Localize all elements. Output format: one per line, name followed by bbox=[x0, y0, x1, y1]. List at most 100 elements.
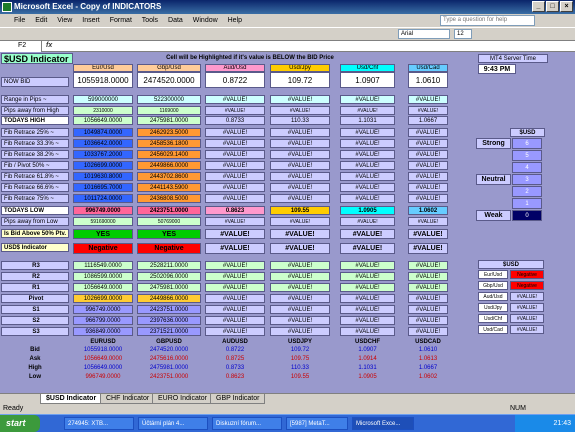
cell-pips_high-4[interactable]: #VALUE! bbox=[340, 106, 395, 115]
menu-view[interactable]: View bbox=[57, 17, 72, 24]
fib-cell-6-5[interactable]: #VALUE! bbox=[408, 194, 448, 203]
tab-gbp-indicator[interactable]: GBP Indicator bbox=[210, 394, 266, 404]
pivot-cell-2-4[interactable]: #VALUE! bbox=[340, 283, 395, 292]
fib-cell-4-1[interactable]: 2443702.8600 bbox=[137, 172, 201, 181]
pivot-cell-6-4[interactable]: #VALUE! bbox=[340, 327, 395, 336]
fib-cell-1-4[interactable]: #VALUE! bbox=[340, 139, 395, 148]
pivot-cell-2-1[interactable]: 2475981.0000 bbox=[137, 283, 201, 292]
cell-pips_low-4[interactable]: #VALUE! bbox=[340, 217, 395, 226]
pivot-cell-4-3[interactable]: #VALUE! bbox=[270, 305, 330, 314]
tab-chf-indicator[interactable]: CHF Indicator bbox=[100, 394, 156, 404]
fib-cell-4-3[interactable]: #VALUE! bbox=[270, 172, 330, 181]
spreadsheet-grid[interactable]: $USD Indicator Cell will be Highlighted i… bbox=[0, 52, 575, 393]
tab-euro-indicator[interactable]: EURO Indicator bbox=[152, 394, 214, 404]
fib-cell-3-2[interactable]: #VALUE! bbox=[205, 161, 265, 170]
cell-range-2[interactable]: #VALUE! bbox=[205, 95, 265, 104]
pivot-cell-6-2[interactable]: #VALUE! bbox=[205, 327, 265, 336]
menu-data[interactable]: Data bbox=[168, 17, 183, 24]
fib-cell-2-3[interactable]: #VALUE! bbox=[270, 150, 330, 159]
fib-cell-0-2[interactable]: #VALUE! bbox=[205, 128, 265, 137]
cell-todays_low-4[interactable]: 1.0905 bbox=[340, 206, 395, 215]
fib-cell-0-0[interactable]: 1049874.0000 bbox=[73, 128, 133, 137]
pivot-cell-0-1[interactable]: 2528211.0000 bbox=[137, 261, 201, 270]
usd-table-value-0[interactable]: Negative bbox=[510, 270, 544, 279]
fib-cell-1-1[interactable]: 2458536.1800 bbox=[137, 139, 201, 148]
pivot-cell-0-5[interactable]: #VALUE! bbox=[408, 261, 448, 270]
pivot-cell-1-1[interactable]: 2502096.0000 bbox=[137, 272, 201, 281]
menu-tools[interactable]: Tools bbox=[142, 17, 158, 24]
cell-todays_high-0[interactable]: 1056649.0000 bbox=[73, 116, 133, 125]
fib-cell-0-4[interactable]: #VALUE! bbox=[340, 128, 395, 137]
cell-range-3[interactable]: #VALUE! bbox=[270, 95, 330, 104]
fib-cell-1-0[interactable]: 1036642.0000 bbox=[73, 139, 133, 148]
pivot-cell-5-5[interactable]: #VALUE! bbox=[408, 316, 448, 325]
cell-todays_high-4[interactable]: 1.1031 bbox=[340, 116, 395, 125]
cell-todays_high-3[interactable]: 110.33 bbox=[270, 116, 330, 125]
task-forum[interactable]: Diskuzní fórum... bbox=[212, 417, 282, 430]
pivot-cell-3-1[interactable]: 2449866.0000 bbox=[137, 294, 201, 303]
pivot-cell-2-5[interactable]: #VALUE! bbox=[408, 283, 448, 292]
pivot-cell-5-1[interactable]: 2397636.0000 bbox=[137, 316, 201, 325]
menu-help[interactable]: Help bbox=[228, 17, 242, 24]
cell-todays_low-3[interactable]: 109.55 bbox=[270, 206, 330, 215]
cell-pips_high-2[interactable]: #VALUE! bbox=[205, 106, 265, 115]
fib-cell-0-3[interactable]: #VALUE! bbox=[270, 128, 330, 137]
fib-cell-2-4[interactable]: #VALUE! bbox=[340, 150, 395, 159]
menu-insert[interactable]: Insert bbox=[82, 17, 100, 24]
pivot-cell-2-3[interactable]: #VALUE! bbox=[270, 283, 330, 292]
cell-todays_high-1[interactable]: 2475981.0000 bbox=[137, 116, 201, 125]
tab-usd-indicator[interactable]: $USD Indicator bbox=[40, 394, 103, 404]
cell-todays_low-0[interactable]: 996749.0000 bbox=[73, 206, 133, 215]
fib-cell-6-0[interactable]: 1011724.0000 bbox=[73, 194, 133, 203]
pivot-cell-4-2[interactable]: #VALUE! bbox=[205, 305, 265, 314]
help-question-input[interactable]: Type a question for help bbox=[440, 15, 535, 26]
cell-range-5[interactable]: #VALUE! bbox=[408, 95, 448, 104]
cell-todays_low-2[interactable]: 0.8623 bbox=[205, 206, 265, 215]
fib-cell-1-5[interactable]: #VALUE! bbox=[408, 139, 448, 148]
usd-table-value-5[interactable]: #VALUE! bbox=[510, 325, 544, 334]
fib-cell-3-4[interactable]: #VALUE! bbox=[340, 161, 395, 170]
fib-cell-6-2[interactable]: #VALUE! bbox=[205, 194, 265, 203]
cell-todays_high-5[interactable]: 1.0667 bbox=[408, 116, 448, 125]
fib-cell-4-4[interactable]: #VALUE! bbox=[340, 172, 395, 181]
menu-window[interactable]: Window bbox=[193, 17, 218, 24]
fib-cell-4-5[interactable]: #VALUE! bbox=[408, 172, 448, 181]
fib-cell-2-5[interactable]: #VALUE! bbox=[408, 150, 448, 159]
cell-above_pivot-3[interactable]: #VALUE! bbox=[270, 229, 330, 239]
fib-cell-2-0[interactable]: 1033767.2000 bbox=[73, 150, 133, 159]
task-ucetni[interactable]: Účtární plán 4... bbox=[138, 417, 208, 430]
fib-cell-3-3[interactable]: #VALUE! bbox=[270, 161, 330, 170]
cell-above_pivot-2[interactable]: #VALUE! bbox=[205, 229, 265, 239]
pivot-cell-6-3[interactable]: #VALUE! bbox=[270, 327, 330, 336]
usd-table-value-4[interactable]: #VALUE! bbox=[510, 314, 544, 323]
pivot-cell-1-4[interactable]: #VALUE! bbox=[340, 272, 395, 281]
usd-table-value-3[interactable]: #VALUE! bbox=[510, 303, 544, 312]
menu-edit[interactable]: Edit bbox=[35, 17, 47, 24]
maximize-button[interactable]: □ bbox=[546, 1, 559, 12]
cell-above_pivot-1[interactable]: YES bbox=[137, 229, 201, 239]
pivot-cell-5-4[interactable]: #VALUE! bbox=[340, 316, 395, 325]
cell-todays_low-5[interactable]: 1.0602 bbox=[408, 206, 448, 215]
cell-pips_low-5[interactable]: #VALUE! bbox=[408, 217, 448, 226]
cell-pips_high-1[interactable]: 1169000 bbox=[137, 106, 201, 115]
fib-cell-4-0[interactable]: 1019630.8000 bbox=[73, 172, 133, 181]
pivot-cell-6-5[interactable]: #VALUE! bbox=[408, 327, 448, 336]
pivot-cell-0-3[interactable]: #VALUE! bbox=[270, 261, 330, 270]
cell-above_pivot-0[interactable]: YES bbox=[73, 229, 133, 239]
menu-file[interactable]: File bbox=[14, 17, 25, 24]
font-name-select[interactable]: Arial bbox=[398, 29, 450, 39]
fib-cell-3-5[interactable]: #VALUE! bbox=[408, 161, 448, 170]
pivot-cell-3-0[interactable]: 1026699.0000 bbox=[73, 294, 133, 303]
pivot-cell-0-4[interactable]: #VALUE! bbox=[340, 261, 395, 270]
pivot-cell-6-0[interactable]: 936849.0000 bbox=[73, 327, 133, 336]
name-box[interactable]: F2 bbox=[0, 41, 42, 52]
fib-cell-5-3[interactable]: #VALUE! bbox=[270, 183, 330, 192]
cell-pips_high-5[interactable]: #VALUE! bbox=[408, 106, 448, 115]
fib-cell-0-1[interactable]: 2462923.5000 bbox=[137, 128, 201, 137]
fx-icon[interactable]: fx bbox=[46, 41, 52, 51]
cell-todays_low-1[interactable]: 2423751.0000 bbox=[137, 206, 201, 215]
fib-cell-5-2[interactable]: #VALUE! bbox=[205, 183, 265, 192]
cell-indicator-0[interactable]: Negative bbox=[73, 243, 133, 254]
fib-cell-6-3[interactable]: #VALUE! bbox=[270, 194, 330, 203]
pivot-cell-5-2[interactable]: #VALUE! bbox=[205, 316, 265, 325]
